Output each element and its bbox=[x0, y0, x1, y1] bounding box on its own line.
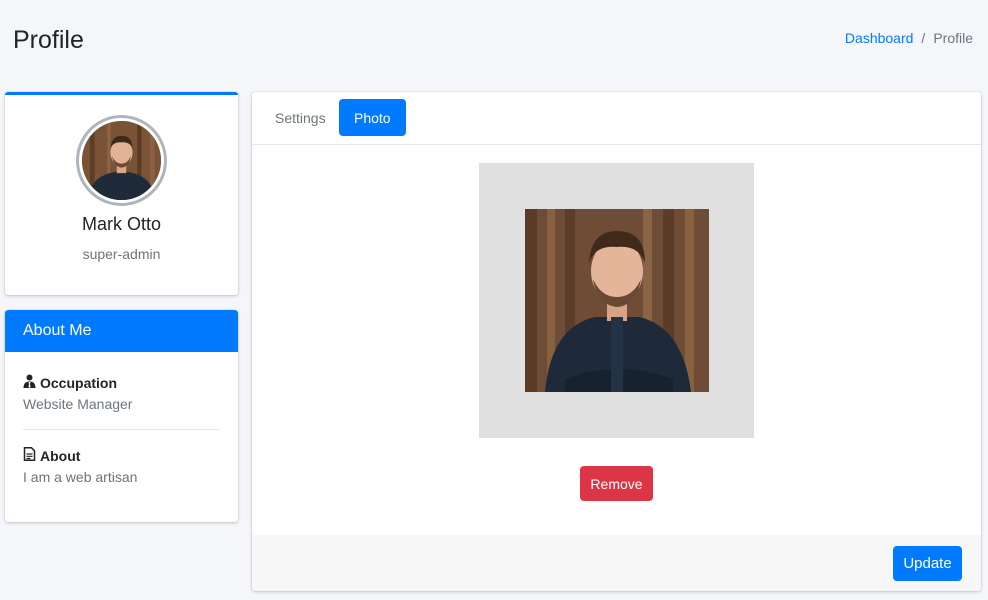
remove-photo-button[interactable]: Remove bbox=[580, 466, 653, 501]
profile-photo bbox=[525, 209, 709, 392]
about-card: About Me Occupation Website Manager Abou… bbox=[5, 310, 238, 522]
breadcrumb-separator: / bbox=[921, 30, 926, 46]
card-footer: Update bbox=[252, 535, 981, 591]
tab-settings[interactable]: Settings bbox=[260, 99, 341, 136]
about-section: About I am a web artisan bbox=[23, 447, 220, 485]
breadcrumb-dashboard-link[interactable]: Dashboard bbox=[845, 30, 914, 46]
page-title: Profile bbox=[13, 26, 84, 54]
avatar-photo bbox=[82, 121, 161, 200]
profile-card: Mark Otto super-admin bbox=[5, 92, 238, 295]
tab-photo[interactable]: Photo bbox=[339, 99, 406, 136]
user-tie-icon bbox=[23, 374, 36, 391]
about-label-row: About bbox=[23, 447, 220, 464]
update-button[interactable]: Update bbox=[893, 546, 962, 581]
tabs-bar: Settings Photo bbox=[252, 92, 981, 145]
about-divider bbox=[23, 429, 220, 430]
file-text-icon bbox=[23, 447, 36, 464]
about-value: I am a web artisan bbox=[23, 469, 138, 485]
breadcrumb-current: Profile bbox=[933, 30, 973, 46]
photo-preview-frame bbox=[479, 163, 754, 438]
avatar bbox=[76, 115, 167, 206]
occupation-section: Occupation Website Manager bbox=[23, 374, 220, 412]
about-label: About bbox=[40, 447, 81, 464]
about-header: About Me bbox=[5, 310, 238, 352]
photo-card: Settings Photo Remove Update bbox=[252, 92, 981, 591]
occupation-value: Website Manager bbox=[23, 396, 133, 412]
occupation-label-row: Occupation bbox=[23, 374, 220, 391]
profile-name: Mark Otto bbox=[81, 214, 161, 234]
breadcrumb: Dashboard / Profile bbox=[845, 30, 973, 46]
profile-role: super-admin bbox=[82, 246, 161, 262]
occupation-label: Occupation bbox=[40, 374, 118, 391]
